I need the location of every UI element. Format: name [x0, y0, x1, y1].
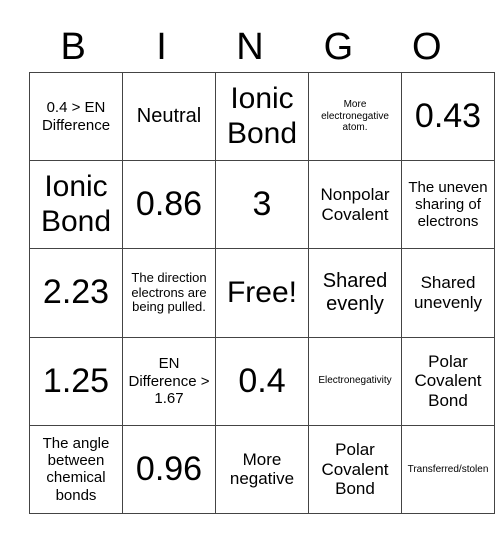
bingo-cell[interactable]: Nonpolar Covalent	[308, 160, 402, 250]
grid-row: 1.25 EN Difference > 1.67 0.4 Electroneg…	[29, 336, 495, 426]
bingo-cell[interactable]: 0.4	[215, 336, 309, 426]
bingo-cell[interactable]: The direction electrons are being pulled…	[122, 248, 216, 338]
bingo-cell[interactable]: Neutral	[122, 71, 216, 162]
bingo-grid: 0.4 > EN Difference Neutral Ionic Bond M…	[29, 71, 495, 515]
bingo-cell[interactable]: The uneven sharing of electrons	[401, 160, 495, 250]
header-letter-b: B	[60, 26, 86, 68]
bingo-cell[interactable]: 1.25	[29, 336, 123, 426]
bingo-cell[interactable]: 0.86	[122, 160, 216, 250]
header-letter-o: O	[411, 26, 442, 68]
bingo-cell[interactable]: 0.96	[122, 424, 216, 515]
bingo-cell[interactable]: Ionic Bond	[29, 160, 123, 250]
bingo-cell[interactable]: 3	[215, 160, 309, 250]
bingo-cell[interactable]: More negative	[215, 424, 309, 515]
grid-row: Ionic Bond 0.86 3 Nonpolar Covalent The …	[29, 160, 495, 250]
bingo-cell[interactable]: Ionic Bond	[215, 71, 309, 162]
header-letter-g: G	[323, 26, 354, 68]
bingo-cell[interactable]: Shared unevenly	[401, 248, 495, 338]
bingo-cell[interactable]: Transferred/stolen	[401, 424, 495, 515]
bingo-cell[interactable]: More electronegative atom.	[308, 71, 402, 162]
bingo-cell[interactable]: 2.23	[29, 248, 123, 338]
bingo-cell[interactable]: Electronegativity	[308, 336, 402, 426]
bingo-cell[interactable]: 0.43	[401, 71, 495, 162]
free-space-cell[interactable]: Free!	[215, 248, 309, 338]
header-letter-i: I	[156, 26, 167, 68]
grid-row: 0.4 > EN Difference Neutral Ionic Bond M…	[29, 71, 495, 162]
bingo-cell[interactable]: Polar Covalent Bond	[401, 336, 495, 426]
bingo-cell[interactable]: EN Difference > 1.67	[122, 336, 216, 426]
grid-row: The angle between chemical bonds 0.96 Mo…	[29, 424, 495, 515]
bingo-cell[interactable]: 0.4 > EN Difference	[29, 71, 123, 162]
grid-row: 2.23 The direction electrons are being p…	[29, 248, 495, 338]
bingo-cell[interactable]: The angle between chemical bonds	[29, 424, 123, 515]
bingo-header: B I N G O	[29, 22, 471, 72]
header-letter-n: N	[236, 26, 264, 68]
bingo-cell[interactable]: Polar Covalent Bond	[308, 424, 402, 515]
bingo-cell[interactable]: Shared evenly	[308, 248, 402, 338]
